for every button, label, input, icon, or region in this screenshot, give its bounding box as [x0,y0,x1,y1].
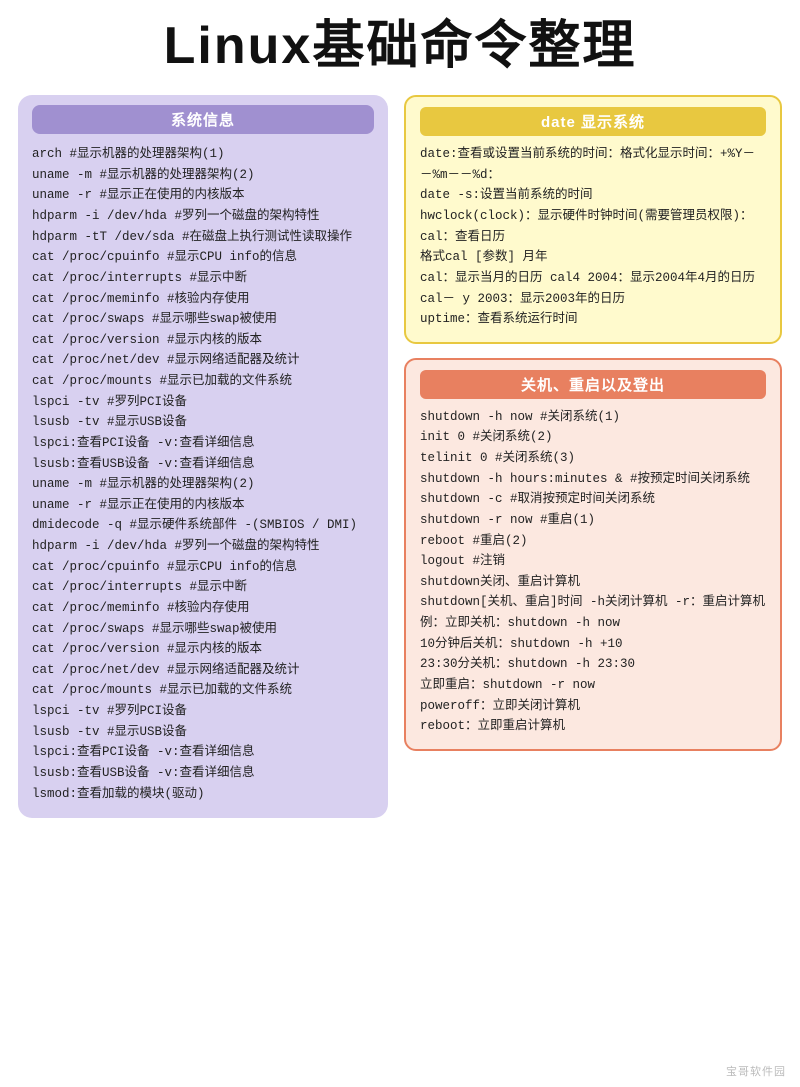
page-wrapper: Linux基础命令整理 系统信息 arch #显示机器的处理器架构(1)unam… [0,0,800,1087]
sys-info-line: lsmod:查看加载的模块(驱动) [32,784,374,805]
sys-info-header: 系统信息 [32,105,374,134]
title-area: Linux基础命令整理 [0,0,800,85]
date-line: uptime：查看系统运行时间 [420,309,766,330]
sys-info-line: uname -m #显示机器的处理器架构(2) [32,474,374,495]
sys-info-line: lsusb:查看USB设备 -v:查看详细信息 [32,763,374,784]
shutdown-line: 10分钟后关机：shutdown -h +10 [420,634,766,655]
sys-info-line: cat /proc/version #显示内核的版本 [32,639,374,660]
sys-info-line: uname -m #显示机器的处理器架构(2) [32,165,374,186]
content-area: 系统信息 arch #显示机器的处理器架构(1)uname -m #显示机器的处… [0,85,800,828]
shutdown-line: 例：立即关机：shutdown -h now [420,613,766,634]
sys-info-line: uname -r #显示正在使用的内核版本 [32,495,374,516]
sys-info-line: cat /proc/net/dev #显示网络适配器及统计 [32,660,374,681]
date-line: cal：查看日历 [420,227,766,248]
shutdown-header: 关机、重启以及登出 [420,370,766,399]
sys-info-line: lspci -tv #罗列PCI设备 [32,701,374,722]
date-line: hwclock(clock)：显示硬件时钟时间(需要管理员权限)： [420,206,766,227]
sys-info-line: cat /proc/interrupts #显示中断 [32,577,374,598]
sys-info-line: cat /proc/interrupts #显示中断 [32,268,374,289]
shutdown-line: 立即重启：shutdown -r now [420,675,766,696]
sys-info-line: cat /proc/net/dev #显示网络适配器及统计 [32,350,374,371]
shutdown-line: 23:30分关机：shutdown -h 23:30 [420,654,766,675]
sys-info-line: cat /proc/swaps #显示哪些swap被使用 [32,619,374,640]
date-line: date -s:设置当前系统的时间 [420,185,766,206]
sys-info-line: lsusb:查看USB设备 -v:查看详细信息 [32,454,374,475]
sys-info-line: cat /proc/meminfo #核验内存使用 [32,598,374,619]
sys-info-line: cat /proc/mounts #显示已加载的文件系统 [32,680,374,701]
sys-info-line: arch #显示机器的处理器架构(1) [32,144,374,165]
shutdown-line: shutdown关闭、重启计算机 [420,572,766,593]
sys-info-line: cat /proc/cpuinfo #显示CPU info的信息 [32,557,374,578]
sys-info-box: 系统信息 arch #显示机器的处理器架构(1)uname -m #显示机器的处… [18,95,388,818]
sys-info-line: lspci -tv #罗列PCI设备 [32,392,374,413]
sys-info-line: cat /proc/cpuinfo #显示CPU info的信息 [32,247,374,268]
sys-info-content: arch #显示机器的处理器架构(1)uname -m #显示机器的处理器架构(… [32,144,374,804]
date-line: cal：显示当月的日历 cal4 2004：显示2004年4月的日历 [420,268,766,289]
sys-info-line: lsusb -tv #显示USB设备 [32,412,374,433]
sys-info-line: cat /proc/swaps #显示哪些swap被使用 [32,309,374,330]
sys-info-line: lspci:查看PCI设备 -v:查看详细信息 [32,433,374,454]
date-content: date:查看或设置当前系统的时间：格式化显示时间：+%Y－－%m－－%d：da… [420,144,766,330]
shutdown-line: shutdown -r now #重启(1) [420,510,766,531]
date-line: date:查看或设置当前系统的时间：格式化显示时间：+%Y－－%m－－%d： [420,144,766,185]
sys-info-line: lsusb -tv #显示USB设备 [32,722,374,743]
sys-info-line: hdparm -i /dev/hda #罗列一个磁盘的架构特性 [32,536,374,557]
shutdown-line: reboot：立即重启计算机 [420,716,766,737]
watermark: 宝哥软件园 [726,1063,786,1079]
sys-info-line: hdparm -i /dev/hda #罗列一个磁盘的架构特性 [32,206,374,227]
shutdown-line: shutdown -c #取消按预定时间关闭系统 [420,489,766,510]
date-line: cal－ y 2003：显示2003年的日历 [420,289,766,310]
shutdown-line: shutdown -h hours:minutes & #按预定时间关闭系统 [420,469,766,490]
shutdown-line: telinit 0 #关闭系统(3) [420,448,766,469]
shutdown-line: poweroff：立即关闭计算机 [420,696,766,717]
shutdown-line: logout #注销 [420,551,766,572]
sys-info-line: uname -r #显示正在使用的内核版本 [32,185,374,206]
date-header: date 显示系统 [420,107,766,136]
sys-info-line: lspci:查看PCI设备 -v:查看详细信息 [32,742,374,763]
date-line: 格式cal [参数] 月年 [420,247,766,268]
left-column: 系统信息 arch #显示机器的处理器架构(1)uname -m #显示机器的处… [18,95,388,818]
sys-info-line: cat /proc/version #显示内核的版本 [32,330,374,351]
sys-info-line: dmidecode -q #显示硬件系统部件 -(SMBIOS / DMI) [32,515,374,536]
date-box: date 显示系统 date:查看或设置当前系统的时间：格式化显示时间：+%Y－… [404,95,782,344]
shutdown-line: init 0 #关闭系统(2) [420,427,766,448]
sys-info-line: hdparm -tT /dev/sda #在磁盘上执行测试性读取操作 [32,227,374,248]
sys-info-line: cat /proc/mounts #显示已加载的文件系统 [32,371,374,392]
sys-info-line: cat /proc/meminfo #核验内存使用 [32,289,374,310]
shutdown-line: reboot #重启(2) [420,531,766,552]
shutdown-box: 关机、重启以及登出 shutdown -h now #关闭系统(1)init 0… [404,358,782,751]
right-column: date 显示系统 date:查看或设置当前系统的时间：格式化显示时间：+%Y－… [404,95,782,751]
shutdown-line: shutdown[关机、重启]时间 -h关闭计算机 -r：重启计算机 [420,592,766,613]
main-title: Linux基础命令整理 [10,18,790,75]
shutdown-line: shutdown -h now #关闭系统(1) [420,407,766,428]
shutdown-content: shutdown -h now #关闭系统(1)init 0 #关闭系统(2)t… [420,407,766,737]
